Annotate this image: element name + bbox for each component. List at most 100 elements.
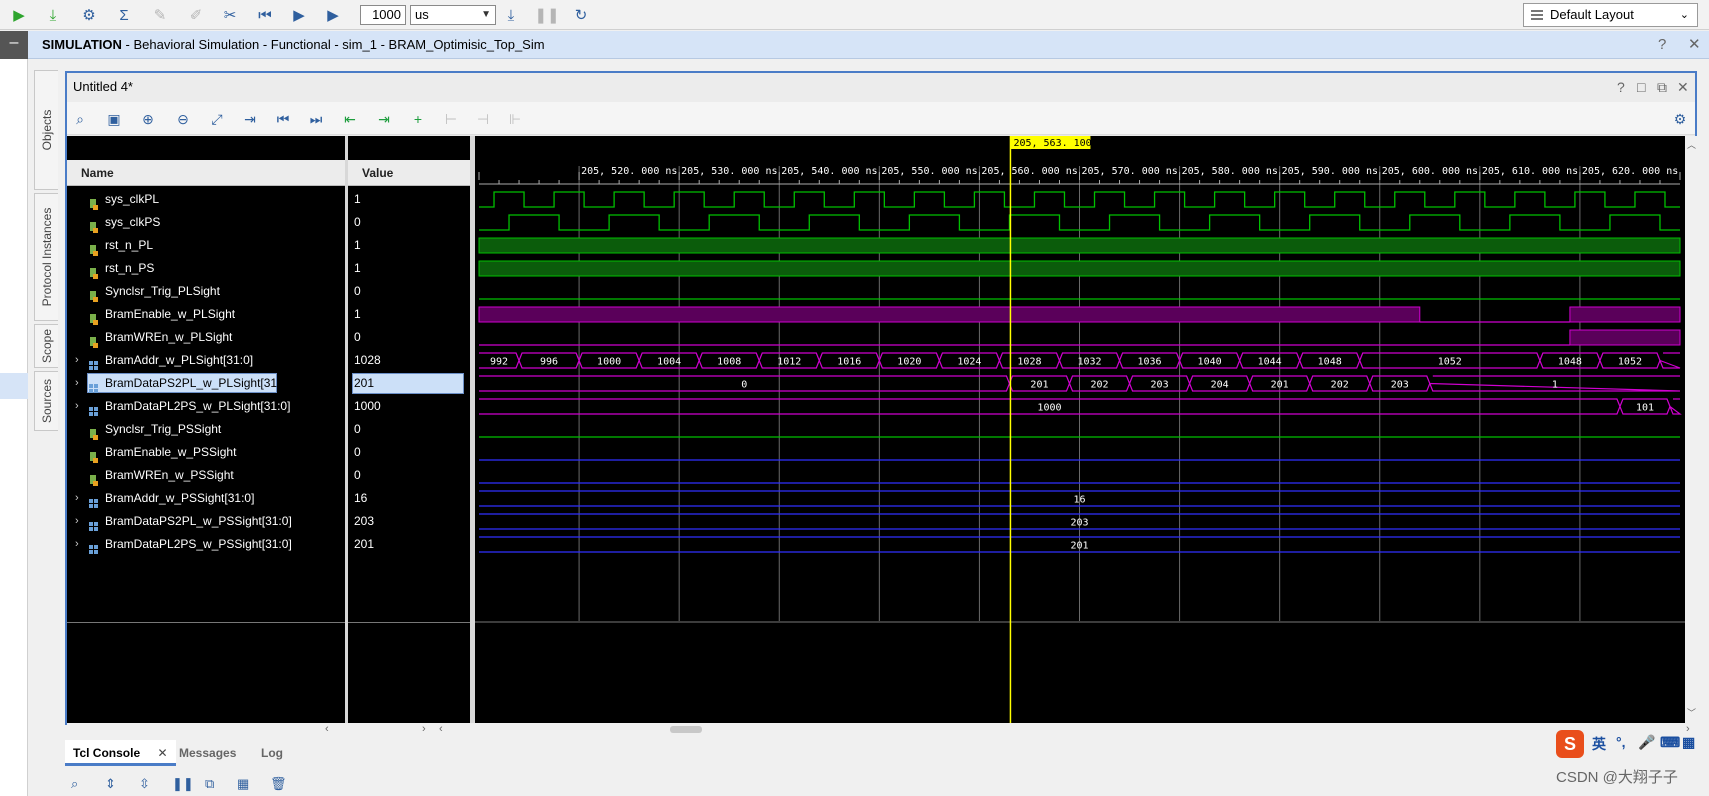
signal-value-row[interactable]: 0 xyxy=(348,440,470,465)
expand-chevron-icon[interactable]: › xyxy=(75,532,79,557)
settings-icon[interactable]: ⚙ xyxy=(78,4,100,26)
clear-icon[interactable]: 🗑 xyxy=(270,776,287,792)
float-icon[interactable]: ⧉ xyxy=(1657,73,1667,101)
signal-row-bramaddr_w_pssight[interactable]: › BramAddr_w_PSSight[31:0] xyxy=(67,486,345,511)
close-icon[interactable]: ✕ xyxy=(1688,31,1701,58)
expand-chevron-icon[interactable]: › xyxy=(75,486,79,511)
scroll-right-icon[interactable]: › xyxy=(422,723,426,735)
signal-value-row[interactable]: 16 xyxy=(348,486,470,511)
signal-row-bramdatapl2ps_w_plsight[interactable]: › BramDataPL2PS_w_PLSight[31:0] xyxy=(67,394,345,419)
go-to-end-icon[interactable]: ⏭ xyxy=(305,108,327,130)
signal-value-row[interactable]: 201 xyxy=(348,532,470,557)
signal-row-bramdatapl2ps_w_pssight[interactable]: › BramDataPL2PS_w_PSSight[31:0] xyxy=(67,532,345,557)
expand-chevron-icon[interactable]: › xyxy=(75,394,79,419)
settings-icon[interactable]: ⚙ xyxy=(1669,108,1691,130)
signal-row-bramaddr_w_plsight[interactable]: › BramAddr_w_PLSight[31:0] xyxy=(67,348,345,373)
signal-value-row[interactable]: 203 xyxy=(348,509,470,534)
scroll-down-icon[interactable]: ﹀ xyxy=(1687,706,1696,719)
search-icon[interactable]: ⌕ xyxy=(71,776,78,792)
add-marker-icon[interactable]: + xyxy=(407,108,429,130)
tab-protocol-instances[interactable]: Protocol Instances xyxy=(34,193,58,321)
next-transition-icon[interactable]: ⇥ xyxy=(373,108,395,130)
signal-row-bramenable_w_plsight[interactable]: BramEnable_w_PLSight xyxy=(67,302,345,327)
help-icon[interactable]: ? xyxy=(1658,31,1666,58)
signal-value-row[interactable]: 0 xyxy=(348,463,470,488)
signal-row-rst_n_pl[interactable]: rst_n_PL xyxy=(67,233,345,258)
zoom-in-icon[interactable]: ⊕ xyxy=(137,108,159,130)
run-all-icon[interactable]: ▶ xyxy=(8,4,30,26)
waveform-panel[interactable]: 205, 520. 000 ns 205, 530. 000 ns 205, 540… xyxy=(475,136,1685,723)
run-time-input[interactable]: 1000 xyxy=(360,5,406,25)
signal-value-row[interactable]: 1 xyxy=(348,302,470,327)
signal-value-row[interactable]: 0 xyxy=(348,325,470,350)
search-icon[interactable]: ⌕ xyxy=(69,108,91,130)
signal-row-bramwren_w_plsight[interactable]: BramWREn_w_PLSight xyxy=(67,325,345,350)
signal-row-sys_clkpl[interactable]: sys_clkPL xyxy=(67,187,345,212)
sigma-icon[interactable]: Σ xyxy=(113,4,135,26)
signal-value-row[interactable]: 1 xyxy=(348,187,470,212)
signal-row-synclsr_trig_pssight[interactable]: Synclsr_Trig_PSSight xyxy=(67,417,345,442)
copy-icon[interactable]: ⧉ xyxy=(205,776,214,792)
save-icon[interactable]: ▣ xyxy=(103,108,125,130)
tab-sources[interactable]: Sources xyxy=(34,371,58,431)
layout-select[interactable]: Default Layout ⌄ xyxy=(1523,3,1698,27)
ime-language-toggle[interactable]: 英 xyxy=(1592,734,1606,754)
close-icon[interactable]: ✕ xyxy=(157,746,167,760)
expand-chevron-icon[interactable]: › xyxy=(75,348,79,373)
signal-row-bramdataps2pl_w_pssight[interactable]: › BramDataPS2PL_w_PSSight[31:0] xyxy=(67,509,345,534)
signal-row-rst_n_ps[interactable]: rst_n_PS xyxy=(67,256,345,281)
signal-value-row[interactable]: 1 xyxy=(348,256,470,281)
scroll-left-icon[interactable]: ‹ xyxy=(439,723,443,735)
signal-row-sys_clkps[interactable]: sys_clkPS xyxy=(67,210,345,235)
expand-chevron-icon[interactable]: › xyxy=(75,371,79,396)
pause-output-icon[interactable]: ❚❚ xyxy=(172,776,194,792)
sogou-logo-icon[interactable]: S xyxy=(1556,730,1584,758)
run-for-time-icon[interactable]: ▶ xyxy=(322,4,344,26)
close-icon[interactable]: ✕ xyxy=(1677,73,1689,101)
run-icon[interactable]: ▶ xyxy=(288,4,310,26)
signal-value-row[interactable]: 1 xyxy=(348,233,470,258)
signal-row-bramdataps2pl_w_plsight[interactable]: › BramDataPS2PL_w_PLSight[31:0] xyxy=(67,371,345,396)
tab-log[interactable]: Log xyxy=(253,740,291,766)
table-icon[interactable]: ▦ xyxy=(237,776,249,792)
signal-row-bramwren_w_pssight[interactable]: BramWREn_w_PSSight xyxy=(67,463,345,488)
tab-scope[interactable]: Scope xyxy=(34,324,58,368)
tab-objects[interactable]: Objects xyxy=(34,70,58,190)
tab-messages[interactable]: Messages xyxy=(171,740,244,766)
signal-value-row[interactable]: 1028 xyxy=(348,348,470,373)
scroll-up-icon[interactable]: ︿ xyxy=(1687,138,1696,151)
zoom-out-icon[interactable]: ⊖ xyxy=(172,108,194,130)
run-step-icon[interactable]: ⤓ xyxy=(42,4,64,26)
punctuation-icon[interactable]: °, xyxy=(1616,734,1626,750)
scroll-thumb[interactable] xyxy=(670,726,702,733)
signal-value-row[interactable]: 0 xyxy=(348,279,470,304)
signal-value-row[interactable]: 1000 xyxy=(348,394,470,419)
expand-all-icon[interactable]: ⇳ xyxy=(139,776,150,792)
name-column-header[interactable]: Name xyxy=(67,160,345,186)
restore-icon[interactable]: □ xyxy=(1637,73,1645,101)
run-time-unit-select[interactable]: us ▼ xyxy=(410,5,496,25)
zoom-fit-icon[interactable]: ⤢ xyxy=(206,108,228,130)
signal-row-synclsr_trig_plsight[interactable]: Synclsr_Trig_PLSight xyxy=(67,279,345,304)
signal-row-bramenable_w_pssight[interactable]: BramEnable_w_PSSight xyxy=(67,440,345,465)
signal-value-row[interactable]: 0 xyxy=(348,210,470,235)
microphone-icon[interactable]: 🎤 xyxy=(1638,734,1655,751)
value-column-header[interactable]: Value xyxy=(348,160,470,186)
vertical-scrollbar[interactable]: ︿ ﹀ xyxy=(1685,136,1697,723)
help-icon[interactable]: ? xyxy=(1617,73,1625,101)
waveform-canvas[interactable]: 205, 520. 000 ns 205, 530. 000 ns 205, 540… xyxy=(475,136,1685,723)
previous-transition-icon[interactable]: ⇤ xyxy=(339,108,361,130)
load-icon[interactable]: ⤓ xyxy=(500,4,522,26)
signal-value-row[interactable]: 201 xyxy=(348,371,470,396)
horizontal-scrollbar[interactable]: ‹ › ‹ › xyxy=(67,723,1697,737)
relaunch-icon[interactable]: ↻ xyxy=(570,4,592,26)
tab-tcl-console[interactable]: Tcl Console ✕ xyxy=(65,740,176,766)
grid-icon[interactable]: ▦ xyxy=(1682,734,1695,751)
collapse-all-icon[interactable]: ⇕ xyxy=(105,776,116,792)
expand-chevron-icon[interactable]: › xyxy=(75,509,79,534)
signal-value-row[interactable]: 0 xyxy=(348,417,470,442)
go-to-start-icon[interactable]: ⏮ xyxy=(272,108,294,130)
scroll-left-icon[interactable]: ‹ xyxy=(325,723,329,735)
minimize-button[interactable]: – xyxy=(0,31,28,59)
keyboard-icon[interactable]: ⌨ xyxy=(1660,734,1680,751)
